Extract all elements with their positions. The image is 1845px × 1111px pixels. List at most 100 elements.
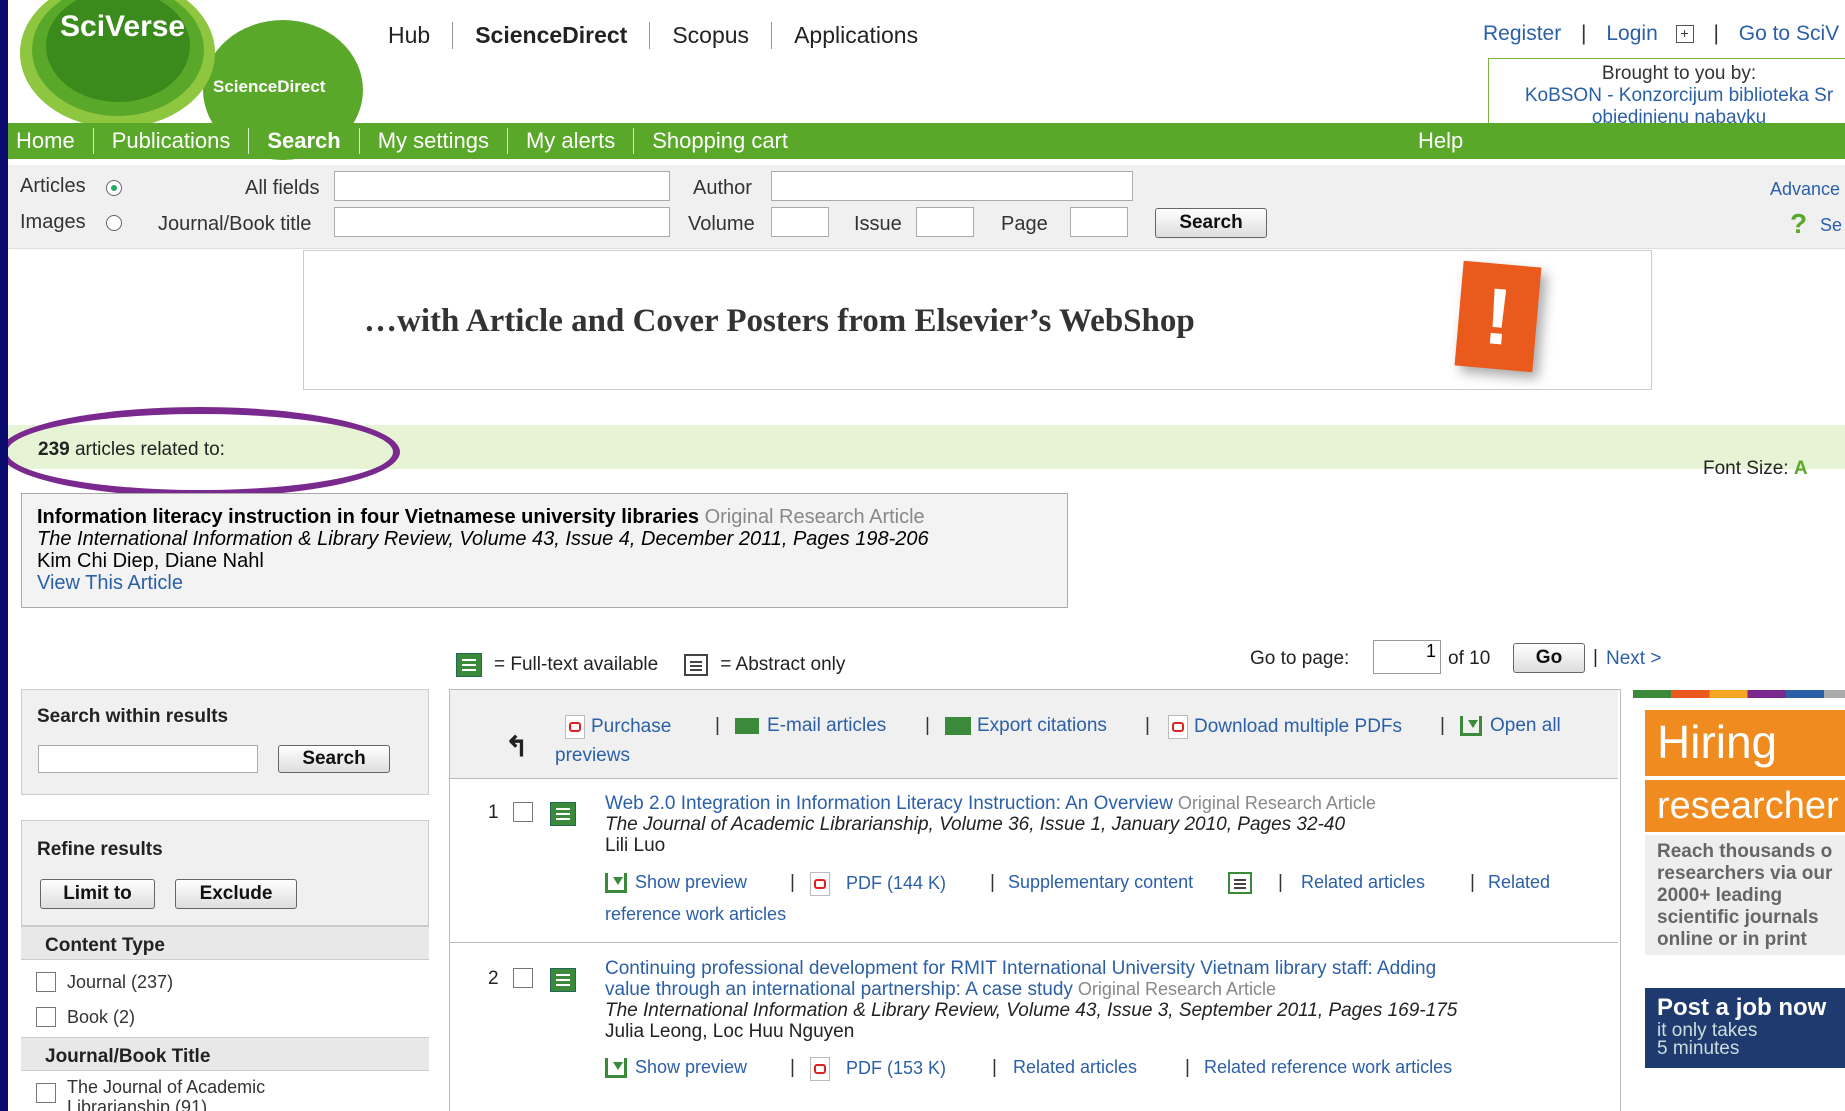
refine-title: Refine results xyxy=(37,839,163,860)
journal-filter-label[interactable]: Journal (237) xyxy=(67,972,173,993)
show-preview-link[interactable]: Show preview xyxy=(605,1057,747,1079)
main-nav: Home Publications Search My settings My … xyxy=(16,128,806,154)
issue-input[interactable] xyxy=(916,207,974,237)
page-number-input[interactable]: 1 xyxy=(1373,640,1441,674)
ad-body[interactable]: Reach thousands o researchers via our 20… xyxy=(1645,835,1845,955)
expand-icon[interactable]: + xyxy=(1675,25,1694,44)
goto-sciverse-link[interactable]: Go to SciV xyxy=(1739,22,1839,45)
jt-checkbox[interactable] xyxy=(36,1083,56,1103)
institution-name[interactable]: KoBSON - Konzorcijum biblioteka Sr xyxy=(1489,85,1845,107)
open-all-link[interactable]: Open all xyxy=(1460,715,1561,737)
export-icon xyxy=(945,716,971,735)
volume-input[interactable] xyxy=(771,207,829,237)
export-label: Export citations xyxy=(977,715,1107,736)
purchase-link[interactable]: Purchase xyxy=(565,715,671,739)
nav-my-alerts[interactable]: My alerts xyxy=(508,128,635,154)
ad-banner[interactable]: …with Article and Cover Posters from Els… xyxy=(303,250,1652,390)
search-within-input[interactable] xyxy=(38,745,258,773)
nav-shopping-cart[interactable]: Shopping cart xyxy=(634,128,806,154)
sciverse-logo[interactable]: SciVerse xyxy=(20,0,215,128)
result-title-link[interactable]: Continuing professional development for … xyxy=(605,958,1436,980)
show-preview-link[interactable]: Show preview xyxy=(605,872,747,894)
go-button[interactable]: Go xyxy=(1513,643,1585,673)
nav-search[interactable]: Search xyxy=(249,128,360,154)
separator: | xyxy=(1145,715,1150,736)
pdf-label: PDF (153 K) xyxy=(846,1057,947,1078)
result-checkbox[interactable] xyxy=(513,802,533,822)
email-label: E-mail articles xyxy=(767,715,887,736)
results-toolbar: ↰ Purchase | E-mail articles | Export ci… xyxy=(450,690,1618,779)
help-link[interactable]: Help xyxy=(1418,128,1463,154)
topnav-applications[interactable]: Applications xyxy=(772,22,940,49)
topnav-sciencedirect[interactable]: ScienceDirect xyxy=(453,22,651,49)
articles-radio[interactable] xyxy=(106,180,122,196)
result-title-link-cont[interactable]: value through an international partnersh… xyxy=(605,979,1276,1001)
email-articles-link[interactable]: E-mail articles xyxy=(735,715,886,737)
full-text-icon xyxy=(456,653,482,677)
account-links: Register | Login + | Go to SciV xyxy=(1483,22,1839,46)
back-arrow-icon[interactable]: ↰ xyxy=(505,730,528,763)
book-checkbox[interactable] xyxy=(36,1007,56,1027)
export-citations-link[interactable]: Export citations xyxy=(945,715,1107,737)
banner-text: …with Article and Cover Posters from Els… xyxy=(364,303,1195,339)
login-link[interactable]: Login xyxy=(1606,22,1657,45)
separator: | xyxy=(790,1057,795,1078)
result-title-link[interactable]: Web 2.0 Integration in Information Liter… xyxy=(605,793,1376,815)
related-reference-link-cont[interactable]: reference work articles xyxy=(605,904,786,925)
search-tips-link[interactable]: Se xyxy=(1820,215,1842,236)
next-page-link[interactable]: Next > xyxy=(1606,648,1661,670)
previews-link[interactable]: previews xyxy=(555,745,630,767)
search-within-button[interactable]: Search xyxy=(278,745,390,773)
help-question-icon[interactable]: ? xyxy=(1790,208,1807,240)
register-link[interactable]: Register xyxy=(1483,22,1561,45)
results-list: ↰ Purchase | E-mail articles | Export ci… xyxy=(449,689,1621,1111)
full-text-icon xyxy=(550,802,576,826)
related-articles-link[interactable]: Related articles xyxy=(1301,872,1425,893)
images-radio[interactable] xyxy=(106,215,122,231)
related-reference-link[interactable]: Related reference work articles xyxy=(1204,1057,1452,1078)
supplementary-link[interactable]: Supplementary content xyxy=(1008,872,1193,893)
page-input[interactable] xyxy=(1070,207,1128,237)
separator: | xyxy=(1185,1057,1190,1078)
journal-checkbox[interactable] xyxy=(36,972,56,992)
author-input[interactable] xyxy=(771,171,1133,201)
font-size-a[interactable]: A xyxy=(1794,458,1808,479)
topnav-hub[interactable]: Hub xyxy=(388,22,454,49)
ad-researchers[interactable]: researcher xyxy=(1645,780,1845,832)
jt-filter-label[interactable]: The Journal of Academic Librarianship (91… xyxy=(67,1077,265,1111)
search-button[interactable]: Search xyxy=(1155,208,1267,238)
download-pdfs-link[interactable]: Download multiple PDFs xyxy=(1168,715,1402,739)
journal-title-label: Journal/Book title xyxy=(158,213,312,235)
ad-post-job[interactable]: Post a job now it only takes 5 minutes xyxy=(1645,988,1845,1068)
separator: | xyxy=(1593,647,1598,668)
result-authors: Lili Luo xyxy=(605,835,666,856)
nav-publications[interactable]: Publications xyxy=(94,128,250,154)
pdf-label: PDF (144 K) xyxy=(846,872,947,893)
ad-hiring[interactable]: Hiring xyxy=(1645,710,1845,776)
result-checkbox[interactable] xyxy=(513,968,533,988)
topnav-scopus[interactable]: Scopus xyxy=(650,22,773,49)
nav-my-settings[interactable]: My settings xyxy=(360,128,508,154)
book-filter-label[interactable]: Book (2) xyxy=(67,1007,135,1028)
advanced-search-link[interactable]: Advance xyxy=(1770,179,1840,200)
page-total: of 10 xyxy=(1448,648,1491,669)
issue-label: Issue xyxy=(854,213,902,235)
limit-to-button[interactable]: Limit to xyxy=(40,879,155,909)
separator: | xyxy=(1713,22,1719,45)
full-text-icon xyxy=(550,968,576,992)
pdf-link[interactable]: PDF (153 K) xyxy=(810,1057,946,1081)
pdf-icon xyxy=(810,872,830,896)
related-reference-link[interactable]: Related xyxy=(1488,872,1550,893)
pdf-link[interactable]: PDF (144 K) xyxy=(810,872,946,896)
nav-home[interactable]: Home xyxy=(16,128,94,154)
full-text-label: = Full-text available xyxy=(494,654,659,675)
abstract-label: = Abstract only xyxy=(720,654,846,675)
view-article-link[interactable]: View This Article xyxy=(37,572,1067,594)
related-articles-link[interactable]: Related articles xyxy=(1013,1057,1137,1078)
journal-title-input[interactable] xyxy=(334,207,670,237)
brought-label: Brought to you by: xyxy=(1601,63,1757,84)
all-fields-input[interactable] xyxy=(334,171,670,201)
pdf-icon xyxy=(1168,715,1188,739)
exclude-button[interactable]: Exclude xyxy=(175,879,297,909)
pdf-icon xyxy=(810,1057,830,1081)
